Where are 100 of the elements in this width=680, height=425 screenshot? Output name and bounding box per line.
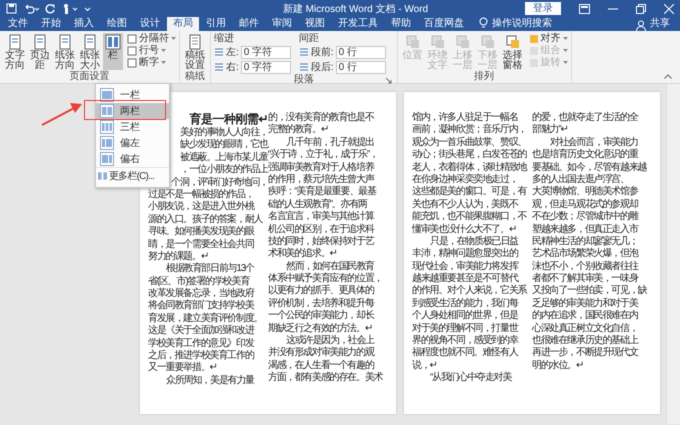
document-icon — [82, 34, 98, 50]
text-line: 也是培育历史文化意识的重 — [532, 149, 640, 162]
layers-icon — [430, 34, 446, 50]
ribbon-small-button[interactable]: 对齐 — [528, 33, 568, 44]
touch-mode-icon[interactable] — [62, 3, 78, 14]
ribbon-tab[interactable]: 视图 — [299, 17, 331, 31]
document-icon — [187, 34, 203, 50]
group-label: 段落 — [294, 74, 314, 86]
text-line: 并没有形成对审美能力的观 — [268, 347, 376, 360]
text-line: 个洞，评审们好奇地问， — [170, 176, 268, 188]
menu-item[interactable]: 偏左 — [96, 135, 169, 151]
ribbon-tab[interactable]: 邮件 — [233, 17, 265, 31]
menu-item[interactable]: 一栏 — [96, 87, 169, 103]
text-line: 能充饥，也不能果腹糊口，不 — [412, 211, 528, 224]
text-line: 被遮蔽。上海市某儿童 — [178, 152, 268, 163]
field-label: 左: — [226, 46, 239, 59]
ribbon-tab[interactable]: 文件 — [2, 17, 34, 31]
text-line: 福程度也就不同。难怪有人 — [412, 347, 520, 360]
caret-icon — [171, 37, 176, 40]
text-line: 众所周知，美是有力量 — [165, 374, 256, 388]
ribbon-button[interactable]: 纸张方向 — [53, 33, 77, 70]
ribbon-tab[interactable]: 帮助 — [385, 17, 417, 31]
text-line: 的作用，蔡元培先生曾大声 — [268, 174, 376, 186]
text-line: 关也有不少人认为，美既不 — [412, 198, 520, 210]
ribbon-button[interactable]: 纸张大小 — [78, 33, 102, 70]
text-line: 小朋友说，这是进入世外桃 — [148, 201, 256, 214]
ribbon-button[interactable]: 选择窗格 — [500, 33, 525, 70]
ribbon-small-button[interactable]: 行号 — [127, 45, 176, 56]
tell-me-search[interactable]: 操作说明搜索 — [492, 17, 552, 31]
text-line: 育是一种刚需↵ — [188, 112, 268, 126]
text-line: “从我们心中夺走对美 — [429, 372, 513, 385]
ribbon-button[interactable]: 文字方向 — [3, 33, 27, 70]
text-line: 不在少数；尽管城市中的雕 — [532, 211, 640, 224]
text-line: 期缺乏行之有效的方法。↵ — [268, 322, 373, 334]
redo-icon[interactable] — [45, 3, 56, 14]
scrollbar[interactable] — [666, 84, 680, 424]
text-line: 的作用。对个人来说，它关系 — [412, 285, 528, 298]
text-line: 又投向了一些拍卖，可见，缺 — [532, 285, 648, 298]
columns-button[interactable]: 栏 — [103, 33, 123, 70]
text-line: 体系中赋予美育应有的位置， — [268, 273, 384, 284]
ribbon-tab[interactable]: 开发工具 — [332, 17, 384, 31]
ribbon-tab[interactable]: 引用 — [200, 17, 232, 31]
columns-icon — [98, 171, 107, 181]
text-line: 强调审美教育对于人格培养 — [268, 162, 376, 173]
restore-icon[interactable] — [636, 4, 646, 14]
ribbon-display-icon[interactable] — [579, 4, 590, 14]
sign-in-button[interactable]: 登录 — [525, 2, 561, 15]
caret-icon — [562, 37, 568, 40]
ribbon-tab[interactable]: 布局 — [167, 17, 199, 31]
layers-icon — [480, 34, 496, 50]
text-line: 这是《关于全面加强和改进 — [148, 325, 256, 338]
text-line: 术和美的追求。↵ — [268, 248, 338, 261]
text-line: 老人，衣着得体，谈吐精致地 — [412, 162, 528, 174]
text-line: 明的水位。↵ — [532, 360, 584, 372]
spin-field[interactable]: 0 行 — [336, 60, 386, 74]
ribbon-tab[interactable]: 设计 — [134, 17, 166, 31]
dialog-launcher-icon[interactable] — [384, 77, 392, 84]
ribbon-small-button[interactable]: 分隔符 — [127, 33, 176, 44]
text-line: 懂审美也没什么大不了。↵ — [412, 224, 517, 236]
menu-item[interactable]: 两栏 — [96, 103, 169, 119]
save-icon[interactable] — [6, 3, 17, 14]
text-line: 名言宜言，审美与其他计算 — [268, 211, 376, 224]
section-label: 间距 — [298, 33, 320, 44]
text-line: 个人身处相同的世界，但是 — [412, 310, 520, 322]
lightbulb-icon[interactable] — [479, 17, 488, 29]
person-icon[interactable] — [636, 20, 646, 31]
text-line: 努力的课题。↵ — [148, 250, 209, 262]
ribbon-tab[interactable]: 插入 — [68, 17, 100, 31]
group-label: 排列 — [473, 71, 496, 83]
menu-item[interactable]: 更多栏(C)... — [96, 167, 169, 184]
text-line: 几千年前，孔子就提出 — [285, 136, 376, 148]
ribbon-tab[interactable]: 开始 — [35, 17, 67, 31]
text-line: 观众为一首乐曲鼓掌、赞叹、 — [412, 136, 528, 148]
text-line: 学校美育工作的意见》印发 — [148, 338, 256, 350]
ribbon-tab[interactable]: 百度网盘 — [418, 17, 470, 31]
text-line: 要基础。如今，尽管有越来越 — [532, 162, 648, 174]
column-layout-icon — [100, 104, 114, 118]
ribbon-button[interactable]: 页边距 — [28, 33, 52, 70]
spin-field[interactable]: 0 字符 — [240, 60, 291, 74]
ribbon-small-button[interactable]: 断字 — [127, 57, 176, 68]
ribbon-button[interactable]: 稿纸设置 — [183, 33, 207, 70]
collapse-ribbon-icon[interactable] — [664, 74, 672, 79]
text-line: 然而，如何在国民教育 — [285, 260, 376, 272]
menu-item[interactable]: 三栏 — [96, 119, 169, 135]
ribbon-tab[interactable]: 审阅 — [266, 17, 298, 31]
spin-field[interactable]: 0 字符 — [240, 46, 291, 58]
text-line: 缺少发现的眼睛，它也 — [178, 139, 268, 150]
text-line: 馆内，许多人驻足于一幅名 — [412, 112, 519, 124]
undo-icon[interactable] — [23, 3, 39, 14]
close-icon[interactable] — [664, 4, 674, 14]
spacing-icon — [298, 62, 309, 72]
spin-field[interactable]: 0 行 — [336, 46, 386, 58]
text-line: 者都不了解其审美，一味身 — [532, 273, 640, 284]
column-layout-icon — [100, 152, 114, 166]
share-button[interactable]: 共享 — [650, 17, 670, 31]
text-line: 机公司的区别，在于追求科 — [268, 224, 376, 236]
text-line: 技的同时，始终保持对于艺 — [268, 236, 376, 248]
text-line: 睛，是一个需要全社会共同 — [148, 238, 255, 250]
menu-item[interactable]: 偏右 — [96, 151, 169, 167]
ribbon-tab[interactable]: 绘图 — [101, 17, 133, 31]
